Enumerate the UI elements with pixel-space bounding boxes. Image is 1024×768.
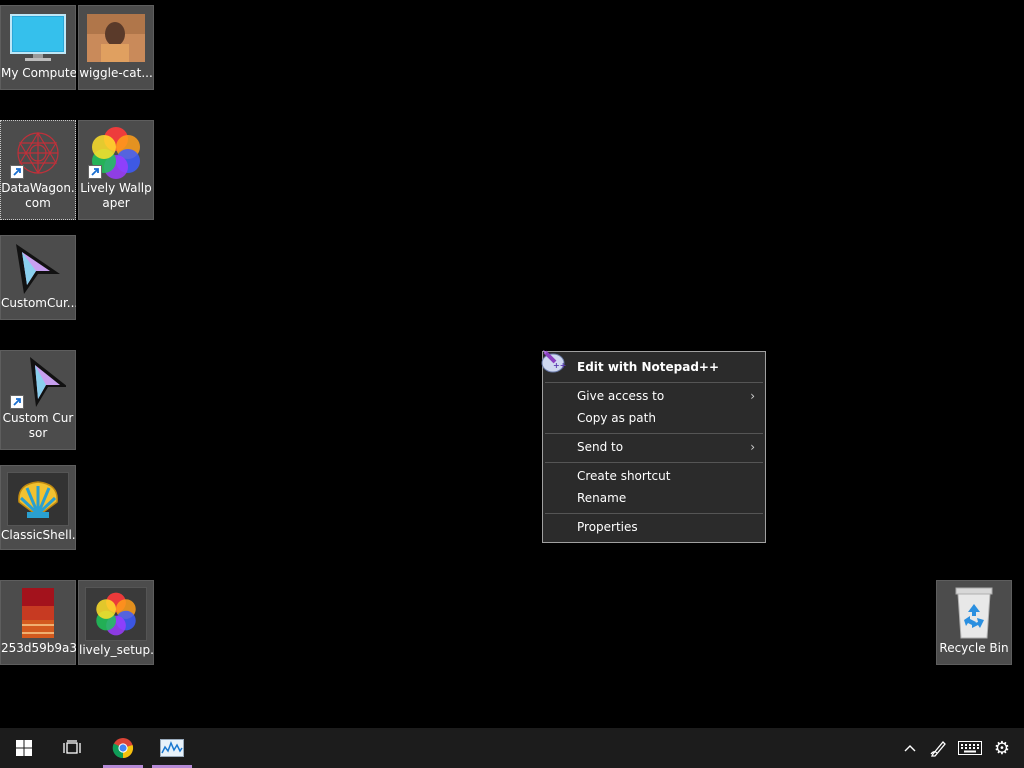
performance-monitor-icon bbox=[160, 739, 184, 757]
desktop-icon-label: Lively Wallpaper bbox=[80, 181, 152, 210]
gear-icon: ⚙ bbox=[993, 737, 1011, 759]
shortcut-arrow-icon bbox=[10, 395, 24, 409]
desktop-icon-custom-cursor[interactable]: Custom Cursor bbox=[0, 350, 76, 450]
desktop-icon-label: Custom Cursor bbox=[2, 411, 74, 440]
desktop-icon-my-computer[interactable]: My Computer bbox=[0, 5, 76, 90]
recycle-bin-icon bbox=[944, 587, 1004, 639]
chevron-right-icon: › bbox=[750, 440, 755, 454]
desktop-icon-datawagon[interactable]: DataWagon.com bbox=[0, 120, 76, 220]
desktop-icon-wiggle-cat[interactable]: wiggle-cat... bbox=[78, 5, 154, 90]
menu-item-label: Properties bbox=[577, 520, 638, 534]
classic-shell-icon bbox=[7, 472, 69, 526]
settings-button[interactable]: ⚙ bbox=[988, 728, 1016, 768]
menu-separator bbox=[545, 513, 763, 514]
desktop-icon-label: wiggle-cat... bbox=[79, 66, 153, 80]
menu-item-properties[interactable]: Properties bbox=[543, 516, 765, 538]
monitor-icon bbox=[8, 12, 68, 64]
windows-logo-icon bbox=[16, 740, 32, 756]
task-view-button[interactable] bbox=[48, 728, 96, 768]
context-menu: ++ Edit with Notepad++ Give access to › … bbox=[541, 350, 766, 543]
menu-item-rename[interactable]: Rename bbox=[543, 487, 765, 509]
desktop-icon-recycle-bin[interactable]: Recycle Bin bbox=[936, 580, 1012, 665]
lively-setup-icon bbox=[85, 587, 147, 641]
desktop-icon-label: 253d59b9a3... bbox=[1, 641, 76, 655]
shortcut-arrow-icon bbox=[10, 165, 24, 179]
menu-separator bbox=[545, 433, 763, 434]
menu-item-label: Edit with Notepad++ bbox=[577, 360, 720, 374]
menu-item-give-access-to[interactable]: Give access to › bbox=[543, 385, 765, 407]
pen-icon bbox=[930, 741, 946, 757]
chrome-icon bbox=[112, 738, 134, 759]
touch-keyboard-button[interactable] bbox=[956, 728, 984, 768]
desktop-icon-label: lively_setup... bbox=[79, 643, 154, 657]
chevron-up-icon bbox=[904, 745, 916, 752]
menu-item-label: Create shortcut bbox=[577, 469, 671, 483]
desktop-icon-label: DataWagon.com bbox=[1, 181, 75, 210]
menu-item-label: Rename bbox=[577, 491, 627, 505]
photo-thumbnail-icon bbox=[86, 12, 146, 64]
resource-monitor-taskbar-button[interactable] bbox=[152, 728, 192, 768]
desktop-icon-label: My Computer bbox=[1, 66, 76, 80]
cursor-arrow-icon bbox=[8, 357, 68, 409]
menu-item-edit-with-notepadplusplus[interactable]: Edit with Notepad++ bbox=[543, 356, 765, 378]
datawagon-icon bbox=[8, 127, 68, 179]
menu-separator bbox=[545, 382, 763, 383]
desktop-icon-lively-wallpaper[interactable]: Lively Wallpaper bbox=[78, 120, 154, 220]
desktop-icon-archive[interactable]: 253d59b9a3... bbox=[0, 580, 76, 665]
desktop-icon-label: CustomCur... bbox=[1, 296, 76, 310]
desktop[interactable]: My Computer wiggle-cat... DataWagon.com … bbox=[0, 0, 1024, 728]
desktop-icon-label: ClassicShell... bbox=[1, 528, 76, 542]
menu-separator bbox=[545, 462, 763, 463]
menu-item-send-to[interactable]: Send to › bbox=[543, 436, 765, 458]
chevron-right-icon: › bbox=[750, 389, 755, 403]
desktop-icon-classicshell[interactable]: ClassicShell... bbox=[0, 465, 76, 550]
pen-workspace-button[interactable] bbox=[926, 728, 952, 768]
chrome-taskbar-button[interactable] bbox=[103, 728, 143, 768]
desktop-icon-customcursor-folder[interactable]: CustomCur... bbox=[0, 235, 76, 320]
taskbar: ⚙ bbox=[0, 728, 1024, 768]
show-hidden-icons-button[interactable] bbox=[898, 728, 922, 768]
menu-item-create-shortcut[interactable]: Create shortcut bbox=[543, 465, 765, 487]
cursor-arrow-icon bbox=[8, 242, 68, 294]
lively-wallpaper-icon bbox=[86, 127, 146, 179]
menu-item-label: Send to bbox=[577, 440, 624, 454]
menu-item-label: Give access to bbox=[577, 389, 665, 403]
task-view-icon bbox=[63, 740, 81, 754]
start-button[interactable] bbox=[0, 728, 48, 768]
desktop-icon-lively-setup[interactable]: lively_setup... bbox=[78, 580, 154, 665]
menu-item-label: Copy as path bbox=[577, 411, 656, 425]
menu-item-copy-as-path[interactable]: Copy as path bbox=[543, 407, 765, 429]
keyboard-icon bbox=[958, 741, 982, 755]
desktop-icon-label: Recycle Bin bbox=[939, 641, 1009, 655]
shortcut-arrow-icon bbox=[88, 165, 102, 179]
winrar-archive-icon bbox=[8, 587, 68, 639]
